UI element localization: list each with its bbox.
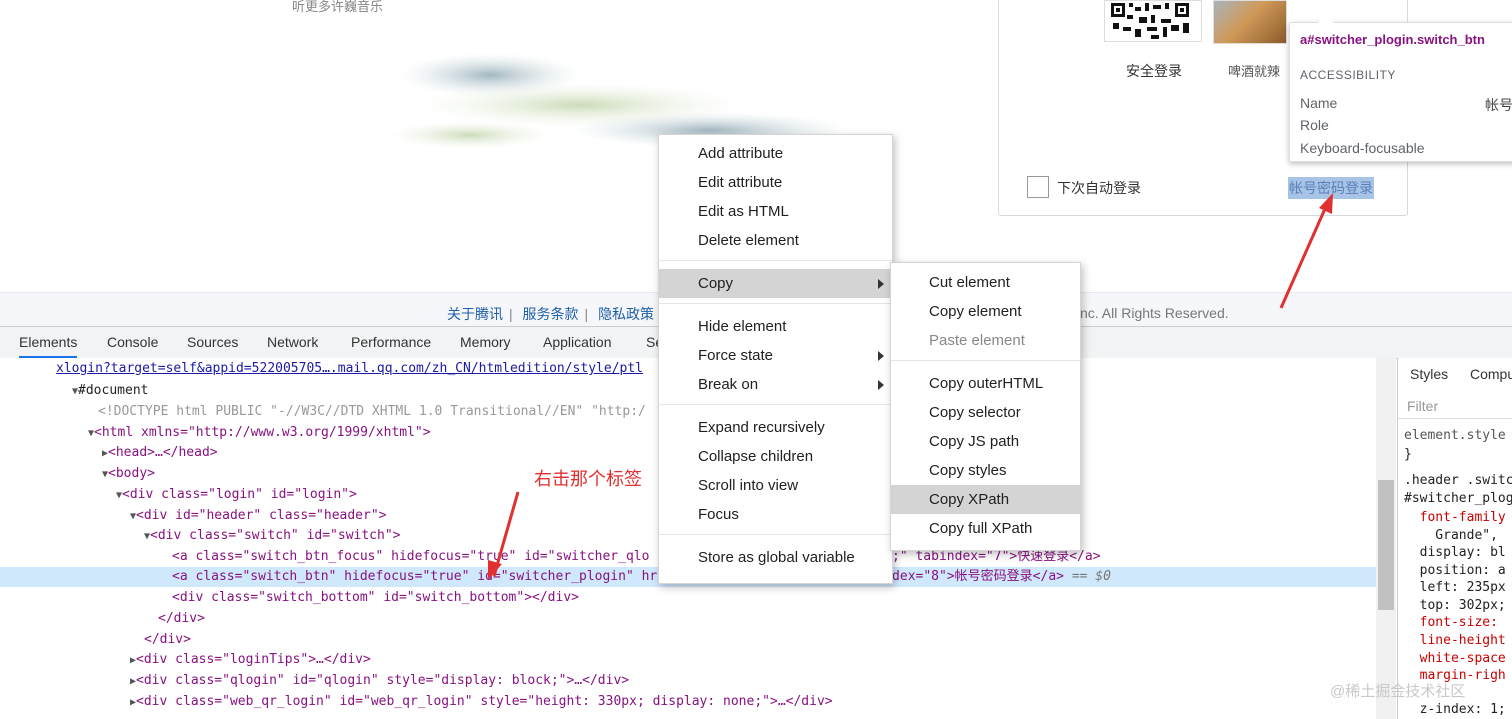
copy-submenu: Cut element Copy element Paste element C… xyxy=(890,262,1081,551)
menu-separator xyxy=(659,303,892,304)
menu-item-copy-element[interactable]: Copy element xyxy=(891,297,1080,326)
menu-item-copy-outerhtml[interactable]: Copy outerHTML xyxy=(891,369,1080,398)
menu-item-delete-element[interactable]: Delete element xyxy=(659,226,892,255)
watermark: @稀土掘金技术社区 xyxy=(1330,683,1466,700)
menu-item-expand-recursively[interactable]: Expand recursively xyxy=(659,413,892,442)
menu-item-copy-full-xpath[interactable]: Copy full XPath xyxy=(891,514,1080,543)
menu-item-copy-js-path[interactable]: Copy JS path xyxy=(891,427,1080,456)
menu-item-copy-styles[interactable]: Copy styles xyxy=(891,456,1080,485)
menu-item-scroll-into-view[interactable]: Scroll into view xyxy=(659,471,892,500)
menu-item-store-as-global[interactable]: Store as global variable xyxy=(659,543,892,572)
menu-item-copy-selector[interactable]: Copy selector xyxy=(891,398,1080,427)
red-arrow-icon xyxy=(1279,201,1330,309)
menu-separator xyxy=(659,260,892,261)
menu-item-add-attribute[interactable]: Add attribute xyxy=(659,139,892,168)
menu-separator xyxy=(659,534,892,535)
menu-item-collapse-children[interactable]: Collapse children xyxy=(659,442,892,471)
menu-item-edit-attribute[interactable]: Edit attribute xyxy=(659,168,892,197)
menu-separator xyxy=(659,404,892,405)
submenu-arrow-icon xyxy=(878,351,884,361)
red-arrowhead-icon xyxy=(1319,193,1333,214)
menu-separator xyxy=(891,360,1080,361)
menu-item-break-on[interactable]: Break on xyxy=(659,370,892,399)
menu-item-copy-xpath[interactable]: Copy XPath xyxy=(891,485,1080,514)
red-arrowhead-icon xyxy=(488,560,502,580)
menu-item-focus[interactable]: Focus xyxy=(659,500,892,529)
submenu-arrow-icon xyxy=(878,279,884,289)
menu-item-cut-element[interactable]: Cut element xyxy=(891,268,1080,297)
menu-item-hide-element[interactable]: Hide element xyxy=(659,312,892,341)
menu-item-paste-element: Paste element xyxy=(929,332,1025,349)
submenu-arrow-icon xyxy=(878,380,884,390)
menu-item-copy[interactable]: Copy xyxy=(659,269,892,298)
element-context-menu: Add attribute Edit attribute Edit as HTM… xyxy=(658,134,893,584)
tooltip-pointer xyxy=(1318,14,1334,23)
menu-item-edit-as-html[interactable]: Edit as HTML xyxy=(659,197,892,226)
menu-item-force-state[interactable]: Force state xyxy=(659,341,892,370)
